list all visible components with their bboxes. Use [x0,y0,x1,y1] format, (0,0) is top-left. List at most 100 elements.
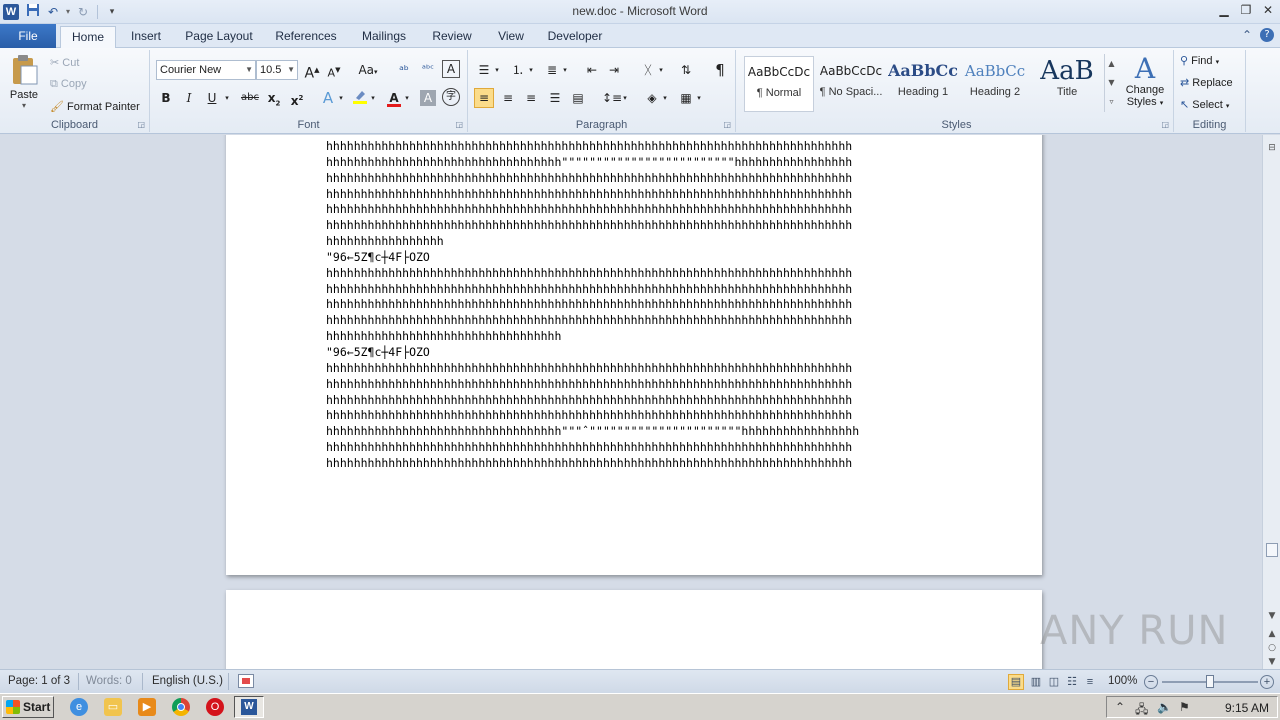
styles-more-icon[interactable]: ▿ [1105,92,1118,111]
zoom-level[interactable]: 100% [1108,675,1137,687]
volume-icon[interactable]: 🔈 [1157,700,1172,714]
ruler-toggle-icon[interactable]: ⊟ [1265,141,1279,155]
text-effects-icon[interactable]: A [318,88,338,108]
find-button[interactable]: ⚲ Find ▾ [1180,54,1219,67]
subscript-button[interactable]: x2 [264,88,284,108]
help-icon[interactable]: ? [1260,28,1274,42]
line-spacing-dropdown-icon[interactable]: ▾ [620,88,630,108]
superscript-button[interactable]: x2 [287,88,307,108]
shrink-font-button[interactable]: A▼ [324,60,344,80]
show-marks-icon[interactable]: ¶ [710,60,730,80]
document-line[interactable]: "96←5Z¶c┼4F├OZO [326,250,946,266]
document-line[interactable]: hhhhhhhhhhhhhhhhhhhhhhhhhhhhhhhhhhhhhhhh… [326,377,946,393]
document-area[interactable]: hhhhhhhhhhhhhhhhhhhhhhhhhhhhhhhhhhhhhhhh… [0,135,1262,669]
web-layout-icon[interactable]: ◫ [1046,674,1062,690]
clipboard-launcher-icon[interactable]: ◲ [137,120,145,129]
styles-launcher-icon[interactable]: ◲ [1161,120,1169,129]
numbering-dropdown-icon[interactable]: ▾ [526,60,536,80]
justify-icon[interactable]: ☰ [545,88,565,108]
print-layout-icon[interactable]: ▤ [1008,674,1024,690]
align-center-icon[interactable]: ≡ [498,88,518,108]
tray-expand-icon[interactable]: ⌃ [1115,700,1125,714]
style-heading-1[interactable]: AaBbCc Heading 1 [888,56,958,112]
character-border-icon[interactable]: A [442,60,460,78]
chrome-icon[interactable] [172,698,190,716]
media-player-icon[interactable]: ▶ [138,698,156,716]
text-direction-icon[interactable]: ᚷ [638,60,658,80]
text-effects-dropdown-icon[interactable]: ▾ [336,88,346,108]
document-line[interactable]: hhhhhhhhhhhhhhhhhhhhhhhhhhhhhhhhhhhhhhhh… [326,266,946,282]
cut-button[interactable]: ✂ Cut [50,56,79,69]
scroll-down-icon[interactable]: ▼ [1265,609,1279,623]
line-spacing-icon[interactable]: ↕≡ [602,88,622,108]
document-line[interactable]: hhhhhhhhhhhhhhhhhhhhhhhhhhhhhhhhhhhhhhhh… [326,408,946,424]
copy-button[interactable]: ⧉ Copy [50,78,87,91]
increase-indent-icon[interactable]: ⇥ [604,60,624,80]
strikethrough-button[interactable]: abc [238,88,262,108]
shading-icon[interactable]: ◈ [642,88,662,108]
document-line[interactable]: hhhhhhhhhhhhhhhhhhhhhhhhhhhhhhhhhhhhhhhh… [326,171,946,187]
document-line[interactable]: hhhhhhhhhhhhhhhhhhhhhhhhhhhhhhhhhhhhhhhh… [326,313,946,329]
style-title[interactable]: AaB Title [1032,56,1102,112]
tab-references[interactable]: References [270,26,342,48]
explorer-icon[interactable]: ▭ [104,698,122,716]
start-button[interactable]: Start [2,696,54,718]
bullets-icon[interactable]: ☰ [474,60,494,80]
document-text[interactable]: hhhhhhhhhhhhhhhhhhhhhhhhhhhhhhhhhhhhhhhh… [326,139,946,472]
document-line[interactable]: hhhhhhhhhhhhhhhhhhhhhhhhhhhhhhhhhhhhhhhh… [326,202,946,218]
text-direction-dropdown-icon[interactable]: ▾ [656,60,666,80]
replace-button[interactable]: ⇄ Replace [1180,76,1233,89]
network-warning-icon[interactable]: 🖧 [1135,700,1148,720]
document-line[interactable]: "96←5Z¶c┼4F├OZO [326,345,946,361]
document-line[interactable]: hhhhhhhhhhhhhhhhhhhhhhhhhhhhhhhhhh"""ˆ""… [326,424,946,440]
multilevel-dropdown-icon[interactable]: ▾ [560,60,570,80]
distributed-icon[interactable]: ▤ [568,88,588,108]
browse-object-icon[interactable]: ○ [1265,641,1279,655]
paste-dropdown-icon[interactable]: ▾ [6,101,42,110]
phonetic-guide-icon[interactable]: ᵃᵇᶜ [418,60,438,80]
borders-icon[interactable]: ▦ [676,88,696,108]
zoom-in-button[interactable]: + [1260,675,1274,689]
multilevel-list-icon[interactable]: ≣ [542,60,562,80]
language[interactable]: English (U.S.) [152,675,223,687]
underline-dropdown-icon[interactable]: ▾ [222,88,232,108]
clear-formatting-icon[interactable]: ᵃᵇ [394,60,414,80]
minimize-ribbon-icon[interactable]: ⌃ [1242,28,1252,42]
format-painter-button[interactable]: 🖌 Format Painter [50,100,140,113]
document-line[interactable]: hhhhhhhhhhhhhhhhhhhhhhhhhhhhhhhhhh [326,329,946,345]
close-icon[interactable]: ✕ [1260,2,1276,18]
grow-font-button[interactable]: A▲ [302,60,322,82]
document-line[interactable]: hhhhhhhhhhhhhhhhhhhhhhhhhhhhhhhhhh""""""… [326,155,946,171]
paste-button[interactable]: Paste ▾ [6,54,42,116]
restore-icon[interactable]: ❐ [1238,2,1254,18]
tab-file[interactable]: File [0,24,56,48]
bullets-dropdown-icon[interactable]: ▾ [492,60,502,80]
font-color-dropdown-icon[interactable]: ▾ [402,88,412,108]
next-page-icon[interactable]: ▼ [1265,655,1279,669]
style-no-spacing[interactable]: AaBbCcDc ¶ No Spaci... [816,56,886,112]
highlight-icon[interactable] [350,88,370,108]
taskbar-word-button[interactable]: W [234,696,264,718]
font-name-combo[interactable]: Courier New ▼ [156,60,256,80]
zoom-slider-thumb[interactable] [1206,675,1214,688]
document-line[interactable]: hhhhhhhhhhhhhhhhhhhhhhhhhhhhhhhhhhhhhhhh… [326,218,946,234]
document-line[interactable]: hhhhhhhhhhhhhhhhhhhhhhhhhhhhhhhhhhhhhhhh… [326,456,946,472]
full-screen-reading-icon[interactable]: ▥ [1028,674,1044,690]
change-case-button[interactable]: Aa▾ [354,60,382,80]
document-line[interactable]: hhhhhhhhhhhhhhhhh [326,234,946,250]
page-count[interactable]: Page: 1 of 3 [8,675,70,687]
font-launcher-icon[interactable]: ◲ [455,120,463,129]
scrollbar-thumb[interactable] [1266,543,1278,557]
styles-up-icon[interactable]: ▲ [1105,54,1118,73]
paragraph-launcher-icon[interactable]: ◲ [723,120,731,129]
minimize-icon[interactable]: ▁ [1216,2,1232,18]
style-normal[interactable]: AaBbCcDc ¶ Normal [744,56,814,112]
document-line[interactable]: hhhhhhhhhhhhhhhhhhhhhhhhhhhhhhhhhhhhhhhh… [326,440,946,456]
zoom-out-button[interactable]: − [1144,675,1158,689]
macro-recording-icon[interactable] [238,674,254,688]
select-button[interactable]: ↖ Select ▾ [1180,98,1229,111]
document-line[interactable]: hhhhhhhhhhhhhhhhhhhhhhhhhhhhhhhhhhhhhhhh… [326,187,946,203]
clock[interactable]: 9:15 AM [1225,701,1269,715]
document-line[interactable]: hhhhhhhhhhhhhhhhhhhhhhhhhhhhhhhhhhhhhhhh… [326,361,946,377]
align-right-icon[interactable]: ≡ [521,88,541,108]
